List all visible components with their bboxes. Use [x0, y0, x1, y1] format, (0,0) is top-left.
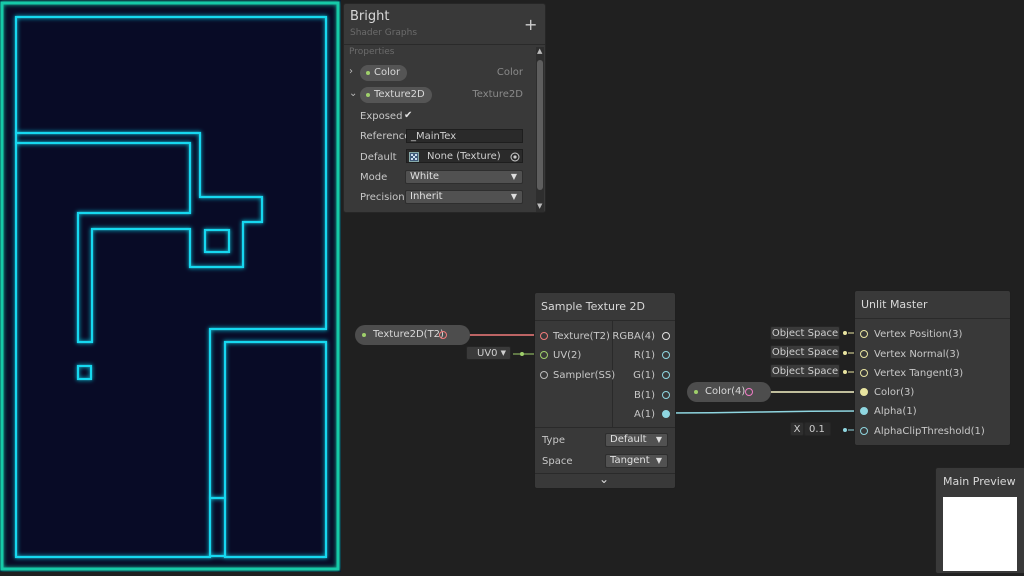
r-output-port[interactable]: [662, 351, 670, 359]
b-output-port[interactable]: [662, 391, 670, 399]
main-preview-title: Main Preview: [943, 475, 1016, 488]
preview-render[interactable]: [943, 497, 1017, 571]
property-dot: [694, 390, 698, 394]
expand-node-chevron-icon[interactable]: ⌄: [599, 472, 609, 486]
vertex-normal-space-field[interactable]: Object Space: [770, 345, 840, 359]
type-value: Default: [610, 434, 647, 445]
b-output-label: B(1): [633, 390, 655, 401]
texture2d-property-node[interactable]: Texture2D(T2): [355, 325, 470, 345]
space-label: Space: [542, 456, 573, 467]
sampler-input-label: Sampler(SS): [553, 370, 616, 381]
type-label: Type: [542, 435, 565, 446]
uv-input-label: UV(2): [553, 350, 582, 361]
uv-channel-dropdown[interactable]: UV0 ▼: [466, 346, 511, 360]
connector-dot: [843, 331, 847, 335]
vertex-position-input-port[interactable]: [860, 330, 868, 338]
alpha-clip-value-field[interactable]: 0.1: [804, 422, 831, 436]
color-property-node[interactable]: Color(4): [687, 382, 772, 402]
color-node-label: Color(4): [705, 386, 746, 397]
texture2d-node-label: Texture2D(T2): [373, 329, 444, 340]
x-axis-label: X: [790, 422, 804, 436]
connector-dot: [843, 351, 847, 355]
color-input-label: Color(3): [874, 387, 915, 398]
uv-connector-dot: [520, 352, 524, 356]
graph-wires: [454, 332, 861, 431]
texture2d-output-port[interactable]: [439, 331, 447, 339]
dropdown-arrow-icon: ▼: [500, 349, 506, 357]
texture-input-port[interactable]: [540, 332, 548, 340]
alpha-clip-label: AlphaClipThreshold(1): [874, 426, 985, 437]
dropdown-arrow-icon: ▼: [655, 456, 662, 465]
alpha-wire: [665, 410, 861, 414]
main-preview-panel[interactable]: Main Preview: [935, 467, 1024, 574]
vertex-tangent-input-port[interactable]: [860, 369, 868, 377]
node-title: Unlit Master: [855, 291, 1010, 319]
node-title: Sample Texture 2D: [535, 293, 675, 321]
vertex-normal-input-port[interactable]: [860, 350, 868, 358]
vertex-position-label: Vertex Position(3): [874, 329, 963, 340]
r-output-label: R(1): [633, 350, 655, 361]
vertex-normal-label: Vertex Normal(3): [874, 349, 960, 360]
type-dropdown[interactable]: Default ▼: [605, 433, 668, 447]
dropdown-arrow-icon: ▼: [655, 435, 662, 444]
rgba-output-port[interactable]: [662, 332, 670, 340]
rgba-output-label: RGBA(4): [612, 331, 655, 342]
g-output-port[interactable]: [662, 371, 670, 379]
property-dot: [362, 333, 366, 337]
a-output-port[interactable]: [662, 410, 670, 418]
sampler-input-port[interactable]: [540, 371, 548, 379]
g-output-label: G(1): [633, 370, 655, 381]
vertex-tangent-label: Vertex Tangent(3): [874, 368, 964, 379]
sample-texture-2d-node[interactable]: Sample Texture 2D Texture(T2) UV(2) Samp…: [534, 292, 676, 489]
space-dropdown[interactable]: Tangent ▼: [605, 454, 668, 468]
color-input-port[interactable]: [860, 388, 868, 396]
vertex-position-space-field[interactable]: Object Space: [770, 326, 840, 340]
alpha-input-port[interactable]: [860, 407, 868, 415]
vertex-tangent-space-field[interactable]: Object Space: [770, 364, 840, 378]
texture-input-label: Texture(T2): [553, 331, 610, 342]
connector-dot: [843, 370, 847, 374]
color-output-port[interactable]: [745, 388, 753, 396]
uv-channel-value: UV0: [477, 348, 498, 359]
alpha-clip-input-port[interactable]: [860, 427, 868, 435]
uv-input-port[interactable]: [540, 351, 548, 359]
connector-dot: [843, 428, 847, 432]
space-value: Tangent: [610, 455, 650, 466]
divider: [535, 427, 675, 428]
a-output-label: A(1): [633, 409, 655, 420]
alpha-input-label: Alpha(1): [874, 406, 917, 417]
unlit-master-node[interactable]: Unlit Master Vertex Position(3) Vertex N…: [854, 290, 1011, 446]
